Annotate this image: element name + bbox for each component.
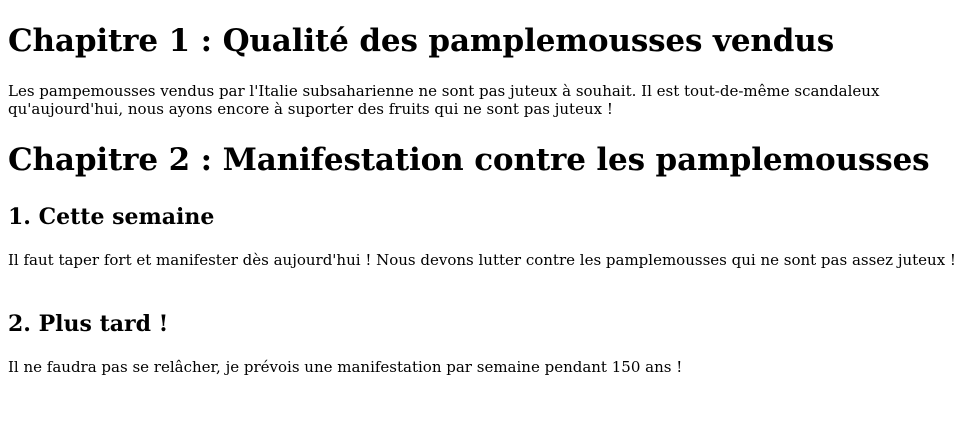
section-2-heading: 2. Plus tard !: [8, 311, 169, 337]
section-2-paragraph: Il ne faudra pas se relâcher, je prévois…: [8, 358, 683, 376]
section-1-paragraph: Il faut taper fort et manifester dès auj…: [8, 251, 956, 269]
chapter-1-heading: Chapitre 1 : Qualité des pamplemousses v…: [8, 23, 834, 59]
chapter-1-paragraph: Les pampemousses vendus par l'Italie sub…: [8, 82, 880, 118]
chapter-2-heading: Chapitre 2 : Manifestation contre les pa…: [8, 142, 930, 178]
section-1-heading: 1. Cette semaine: [8, 204, 215, 230]
